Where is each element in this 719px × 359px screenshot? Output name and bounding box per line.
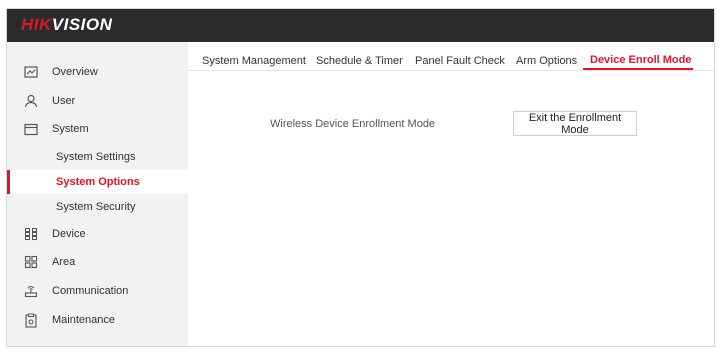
sidebar-item-label: Area xyxy=(52,256,76,268)
tab-system-management[interactable]: System Management xyxy=(202,55,306,67)
sidebar-subitem-system-options[interactable]: System Options xyxy=(7,170,188,194)
sidebar-item-user[interactable]: User xyxy=(7,89,188,113)
sidebar-subitem-system-security[interactable]: System Security xyxy=(7,195,188,219)
sidebar-subitem-label: System Security xyxy=(56,201,136,213)
area-icon xyxy=(23,254,39,270)
hikvision-logo: HIKVISION xyxy=(21,15,113,34)
overview-icon xyxy=(23,64,39,80)
maintenance-icon xyxy=(23,312,39,328)
tab-schedule-timer[interactable]: Schedule & Timer xyxy=(316,55,403,67)
tab-bar: System Management Schedule & Timer Panel… xyxy=(188,42,714,71)
sidebar-item-label: User xyxy=(52,95,76,107)
sidebar-item-overview[interactable]: Overview xyxy=(7,60,188,84)
sidebar-item-label: Communication xyxy=(52,285,129,297)
top-bar: HIKVISION xyxy=(7,9,714,42)
sidebar-item-label: Maintenance xyxy=(52,314,115,326)
device-icon xyxy=(23,226,39,242)
sidebar-item-label: System xyxy=(52,123,89,135)
tab-panel-fault-check[interactable]: Panel Fault Check xyxy=(415,55,505,67)
user-icon xyxy=(23,93,39,109)
active-indicator xyxy=(7,170,10,194)
communication-icon xyxy=(23,283,39,299)
sidebar: Overview User System System Settings Sys… xyxy=(7,42,188,346)
main-content: System Management Schedule & Timer Panel… xyxy=(188,42,714,346)
sidebar-item-maintenance[interactable]: Maintenance xyxy=(7,308,188,332)
sidebar-item-label: Device xyxy=(52,228,86,240)
sidebar-subitem-label: System Options xyxy=(56,176,140,188)
sidebar-item-device[interactable]: Device xyxy=(7,222,188,246)
sidebar-item-label: Overview xyxy=(52,66,98,78)
exit-enrollment-button[interactable]: Exit the Enrollment Mode xyxy=(513,111,637,136)
sidebar-subitem-label: System Settings xyxy=(56,151,136,163)
sidebar-item-system[interactable]: System xyxy=(7,117,188,141)
tab-device-enroll-mode[interactable]: Device Enroll Mode xyxy=(590,54,691,66)
sidebar-item-communication[interactable]: Communication xyxy=(7,279,188,303)
wireless-enrollment-label: Wireless Device Enrollment Mode xyxy=(270,118,436,130)
app-window: HIKVISION Overview User System System Se… xyxy=(6,8,715,347)
system-icon xyxy=(23,121,39,137)
tab-arm-options[interactable]: Arm Options xyxy=(516,55,577,67)
sidebar-item-area[interactable]: Area xyxy=(7,250,188,274)
active-tab-underline xyxy=(583,68,693,70)
sidebar-subitem-system-settings[interactable]: System Settings xyxy=(7,145,188,169)
